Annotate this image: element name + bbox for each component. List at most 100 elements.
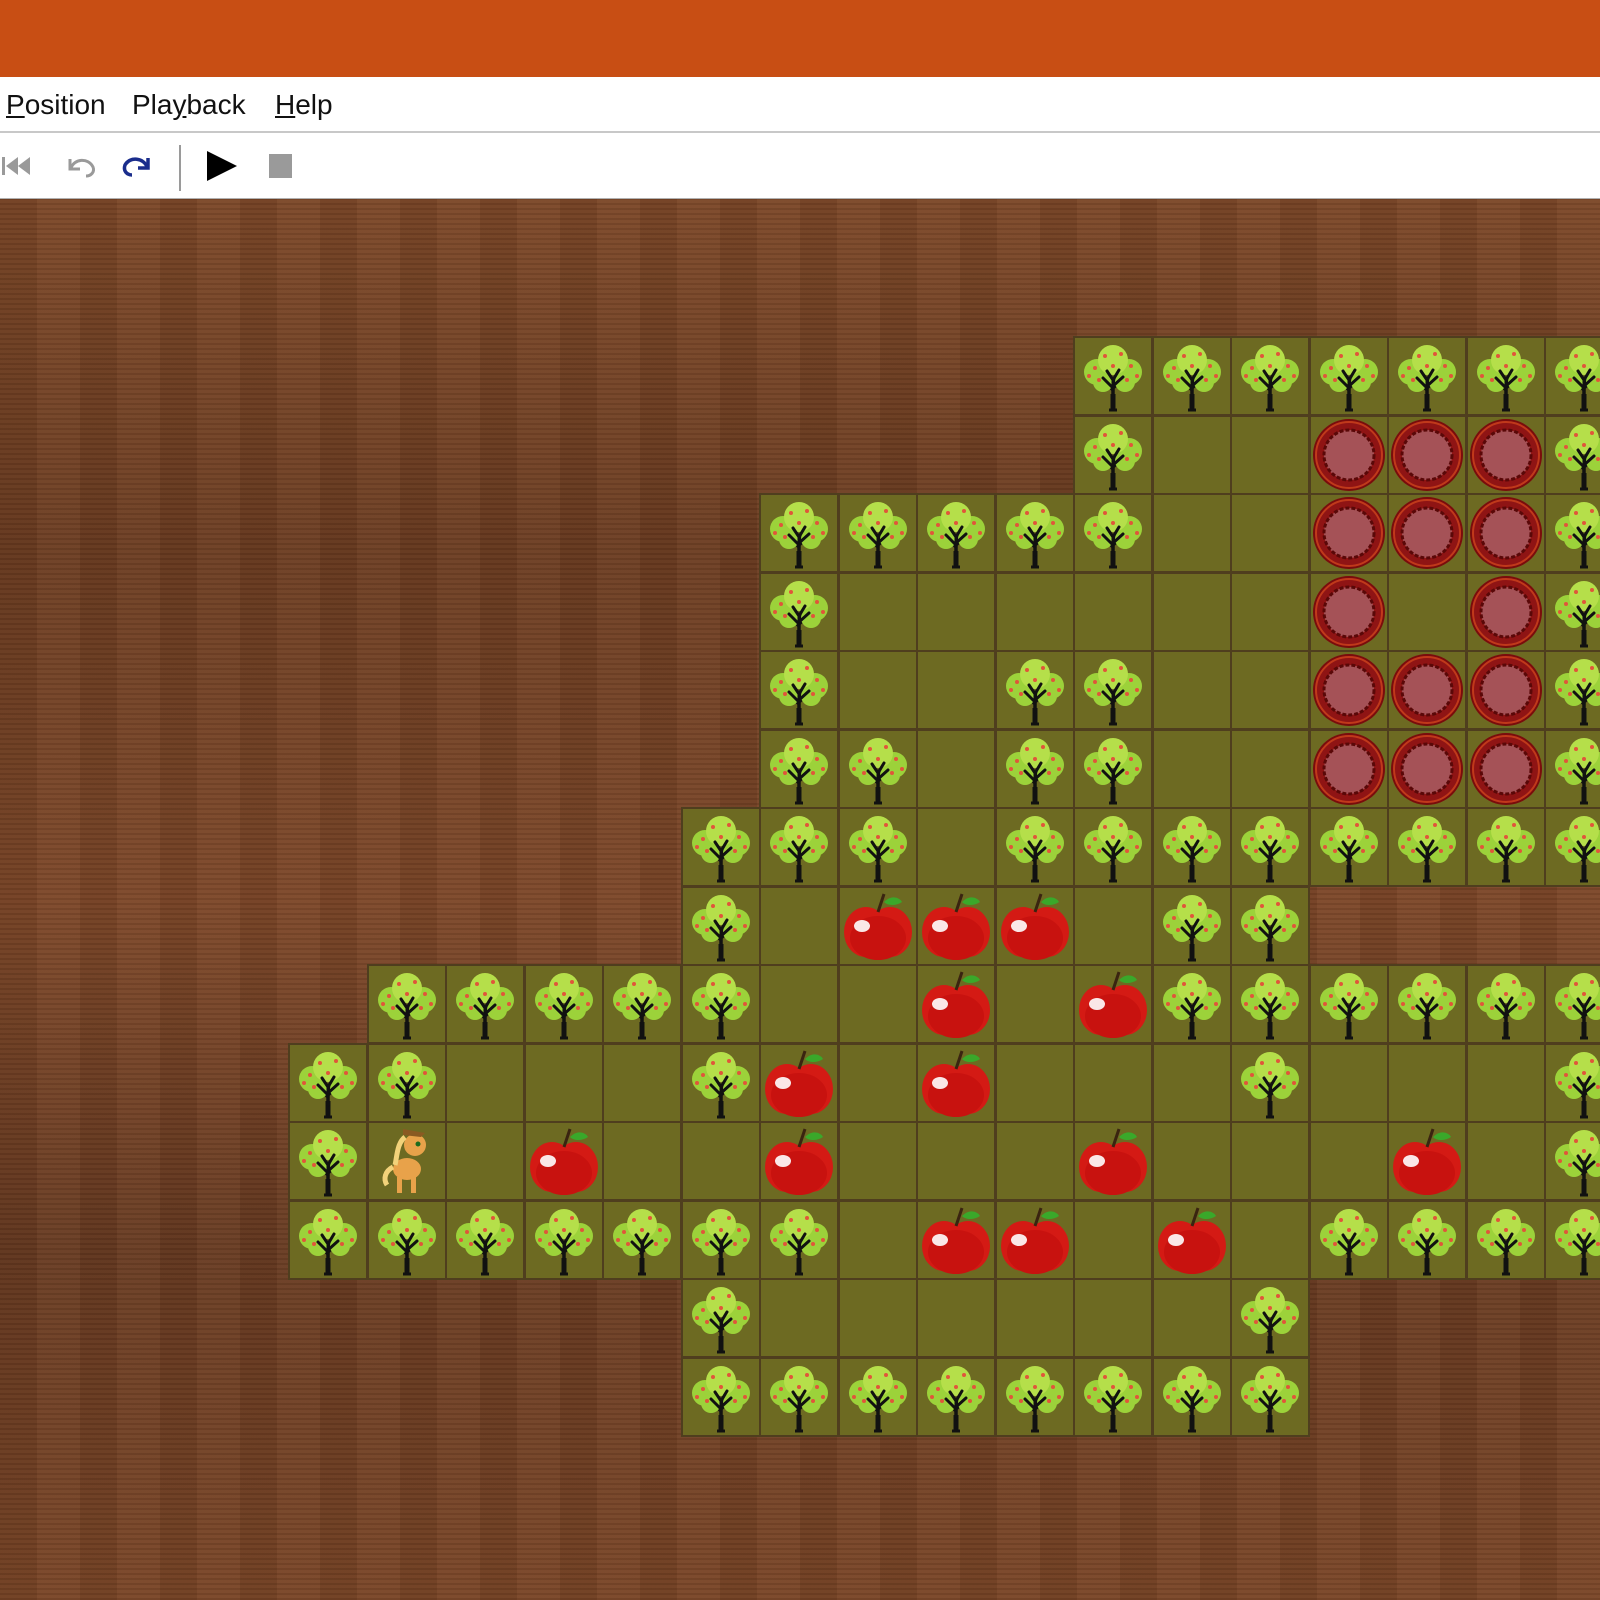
apple-box-icon[interactable] [1075,1123,1151,1199]
board-cell[interactable] [1544,650,1600,730]
board-cell[interactable] [994,728,1075,809]
board-cell[interactable] [1387,728,1467,809]
board-cell[interactable] [1230,964,1310,1044]
board-cell[interactable] [1230,1199,1310,1280]
board-cell[interactable] [1387,493,1467,573]
board-cell[interactable] [1230,650,1310,730]
menu-help[interactable]: Help [275,89,333,121]
board-cell[interactable] [837,1042,918,1123]
board-cell[interactable] [1544,728,1600,809]
board-cell[interactable] [1465,493,1546,573]
board-cell[interactable] [523,1121,604,1201]
board-cell[interactable] [1230,807,1310,887]
board-cell[interactable] [1465,336,1546,416]
board-cell[interactable] [1230,571,1310,652]
redo-button[interactable] [118,145,160,187]
board-cell[interactable] [1151,1199,1232,1280]
board-cell[interactable] [1073,807,1153,887]
board-cell[interactable] [1308,336,1389,416]
board-cell[interactable] [1465,414,1546,495]
menu-position[interactable]: Position [6,89,106,121]
board-cell[interactable] [994,1278,1075,1358]
board-cell[interactable] [837,885,918,966]
board-cell[interactable] [1465,807,1546,887]
board-cell[interactable] [916,1199,996,1280]
apple-box-icon[interactable] [1075,966,1151,1042]
board-cell[interactable] [1073,1199,1153,1280]
apple-box-icon[interactable] [526,1123,602,1199]
apple-box-icon[interactable] [1389,1123,1465,1199]
board-cell[interactable] [1230,336,1310,416]
board-cell[interactable] [680,1199,761,1280]
board-cell[interactable] [1544,493,1600,573]
board-cell[interactable] [1308,650,1389,730]
board-cell[interactable] [1308,807,1389,887]
board-cell[interactable] [1308,728,1389,809]
board-cell[interactable] [916,728,996,809]
rewind-to-start-button[interactable] [0,145,40,187]
board-cell[interactable] [837,964,918,1044]
board-cell[interactable] [602,964,682,1044]
board-cell[interactable] [759,964,839,1044]
apple-box-icon[interactable] [761,1045,837,1121]
board-cell[interactable] [1387,1121,1467,1201]
board-cell[interactable] [1230,1278,1310,1358]
board-cell[interactable] [994,807,1075,887]
board-cell[interactable] [523,964,604,1044]
board-cell[interactable] [1544,1199,1600,1280]
board-cell[interactable] [837,571,918,652]
board-cell[interactable] [759,1199,839,1280]
apple-box-icon[interactable] [997,1202,1073,1278]
board-cell[interactable] [1073,571,1153,652]
apple-box-icon[interactable] [1154,1202,1230,1278]
board-cell[interactable] [759,1042,839,1123]
board-cell[interactable] [759,885,839,966]
board-cell[interactable] [916,1042,996,1123]
board-cell[interactable] [1230,1042,1310,1123]
window-titlebar[interactable] [0,0,1600,77]
board-cell[interactable] [523,1199,604,1280]
board-cell[interactable] [680,1278,761,1358]
board-cell[interactable] [994,885,1075,966]
apple-box-icon[interactable] [918,1045,994,1121]
board-cell[interactable] [680,1356,761,1437]
board-cell[interactable] [288,1199,368,1280]
board-cell[interactable] [1151,336,1232,416]
board-cell[interactable] [1387,1199,1467,1280]
board-cell[interactable] [837,1121,918,1201]
board-cell[interactable] [366,1199,447,1280]
board-cell[interactable] [1544,1042,1600,1123]
board-cell[interactable] [1465,650,1546,730]
board-cell[interactable] [916,1278,996,1358]
game-board-area[interactable] [0,199,1600,1600]
board-cell[interactable] [759,493,839,573]
board-cell[interactable] [1465,1121,1546,1201]
board-cell[interactable] [1073,1121,1153,1201]
board-cell[interactable] [916,807,996,887]
board-cell[interactable] [1308,571,1389,652]
board-cell[interactable] [1151,885,1232,966]
board-cell[interactable] [1465,964,1546,1044]
undo-button[interactable] [58,145,100,187]
stop-button[interactable] [259,145,301,187]
board-cell[interactable] [1151,1278,1232,1358]
board-cell[interactable] [288,1042,368,1123]
board-cell[interactable] [445,1121,525,1201]
board-cell[interactable] [680,807,761,887]
board-cell[interactable] [759,728,839,809]
board-cell[interactable] [1073,885,1153,966]
board-cell[interactable] [366,1121,447,1201]
board-cell[interactable] [916,650,996,730]
board-cell[interactable] [1073,728,1153,809]
board-cell[interactable] [1544,964,1600,1044]
board-cell[interactable] [1544,571,1600,652]
board-cell[interactable] [1230,885,1310,966]
board-cell[interactable] [1073,1356,1153,1437]
board-cell[interactable] [1230,728,1310,809]
board-cell[interactable] [994,964,1075,1044]
board-cell[interactable] [837,493,918,573]
board-cell[interactable] [445,964,525,1044]
board-cell[interactable] [1387,650,1467,730]
board-cell[interactable] [1230,414,1310,495]
board-cell[interactable] [759,1356,839,1437]
